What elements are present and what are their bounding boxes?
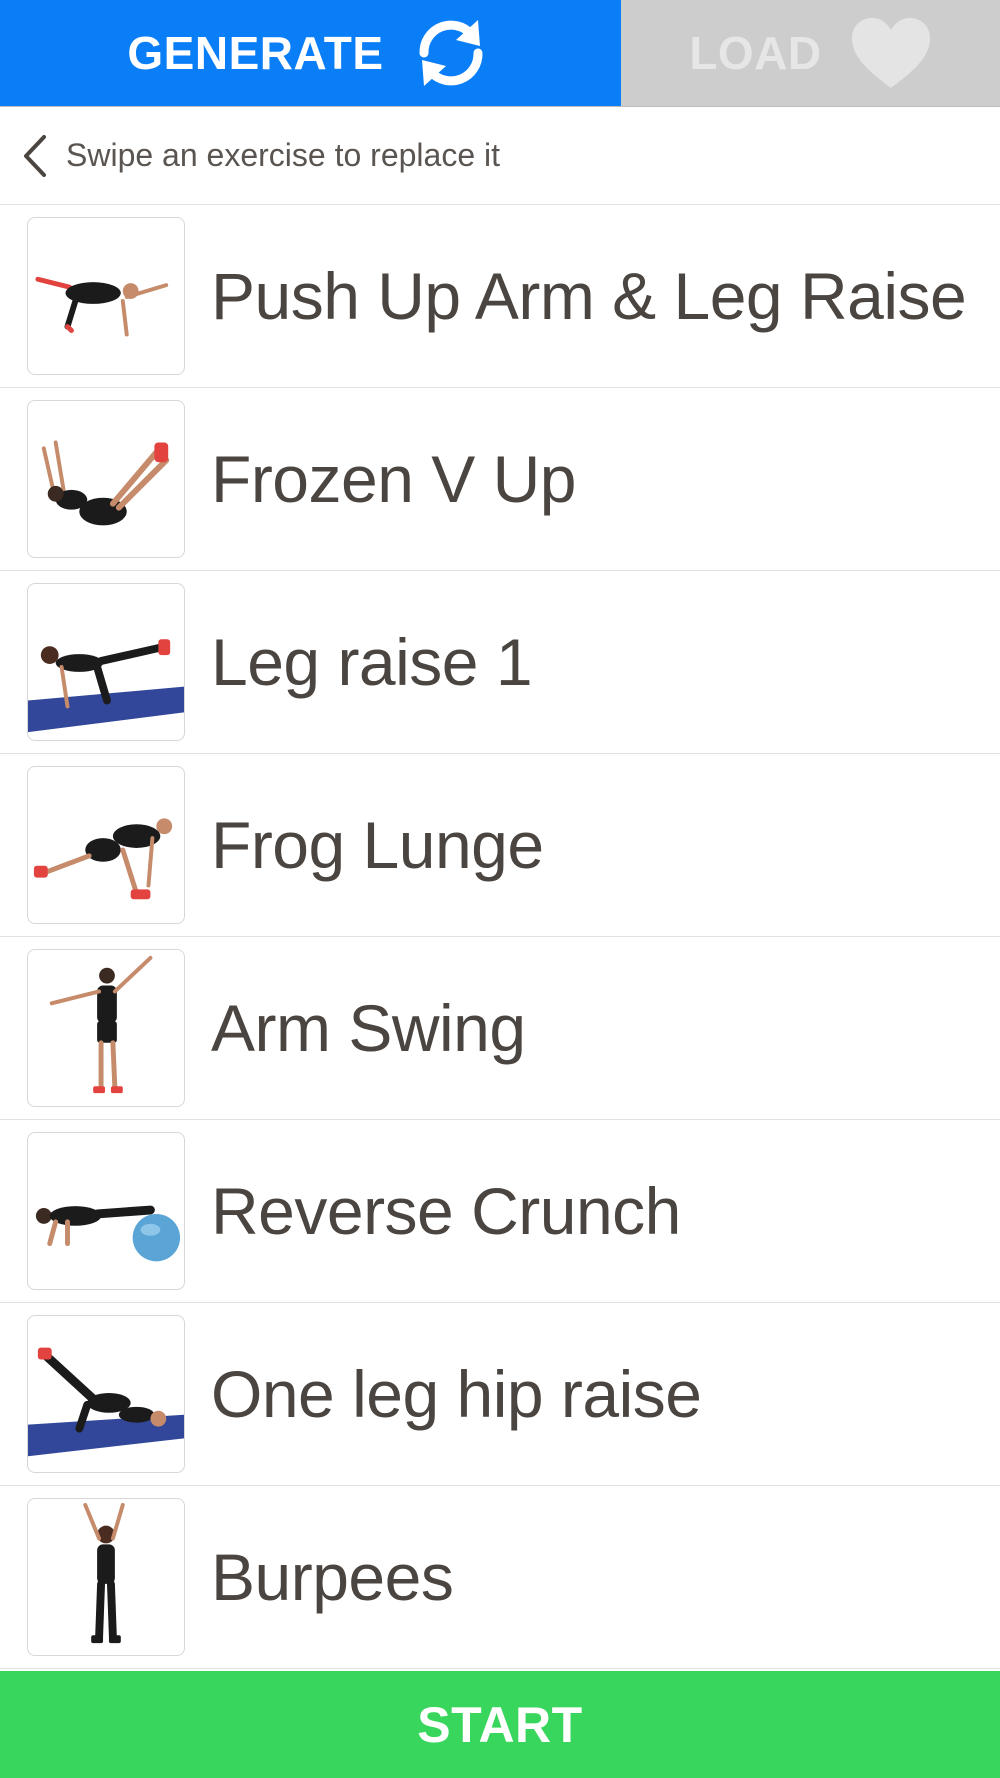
exercise-row[interactable]: Burpees [0, 1486, 1000, 1669]
tab-generate-label: GENERATE [127, 27, 384, 79]
start-button-label: START [417, 1696, 583, 1753]
chevron-left-icon[interactable] [16, 131, 56, 181]
exercise-name: Leg raise 1 [211, 625, 533, 699]
exercise-row[interactable]: Reverse Crunch [0, 1120, 1000, 1303]
exercise-list: Push Up Arm & Leg Raise Frozen V Up Leg … [0, 205, 1000, 1671]
exercise-name: Arm Swing [211, 991, 526, 1065]
arm-swing-thumbnail [27, 949, 185, 1107]
exercise-name: Push Up Arm & Leg Raise [211, 259, 967, 333]
leg-raise-thumbnail [27, 583, 185, 741]
push-up-arm-leg-raise-thumbnail [27, 217, 185, 375]
exercise-row[interactable]: Push Up Arm & Leg Raise [0, 205, 1000, 388]
reverse-crunch-thumbnail [27, 1132, 185, 1290]
frozen-v-up-thumbnail [27, 400, 185, 558]
start-button[interactable]: START [0, 1671, 1000, 1778]
exercise-row[interactable]: Frozen V Up [0, 388, 1000, 571]
swipe-hint-row: Swipe an exercise to replace it [0, 107, 1000, 205]
exercise-name: Frog Lunge [211, 808, 544, 882]
exercise-name: Frozen V Up [211, 442, 576, 516]
exercise-row[interactable]: Arm Swing [0, 937, 1000, 1120]
frog-lunge-thumbnail [27, 766, 185, 924]
exercise-name: Reverse Crunch [211, 1174, 681, 1248]
exercise-row[interactable]: One leg hip raise [0, 1303, 1000, 1486]
heart-icon [850, 16, 932, 90]
exercise-row[interactable]: Leg raise 1 [0, 571, 1000, 754]
one-leg-hip-raise-thumbnail [27, 1315, 185, 1473]
swipe-hint-text: Swipe an exercise to replace it [66, 137, 500, 173]
workout-generator-screen: GENERATE LOAD Swipe an exercise to repla… [0, 0, 1000, 1778]
tab-generate[interactable]: GENERATE [0, 0, 621, 106]
burpees-thumbnail [27, 1498, 185, 1656]
exercise-row[interactable]: Frog Lunge [0, 754, 1000, 937]
tab-load[interactable]: LOAD [621, 0, 1000, 106]
exercise-name: One leg hip raise [211, 1357, 702, 1431]
exercise-name: Burpees [211, 1540, 454, 1614]
refresh-icon [408, 10, 494, 96]
top-tab-bar: GENERATE LOAD [0, 0, 1000, 107]
tab-load-label: LOAD [689, 27, 822, 79]
